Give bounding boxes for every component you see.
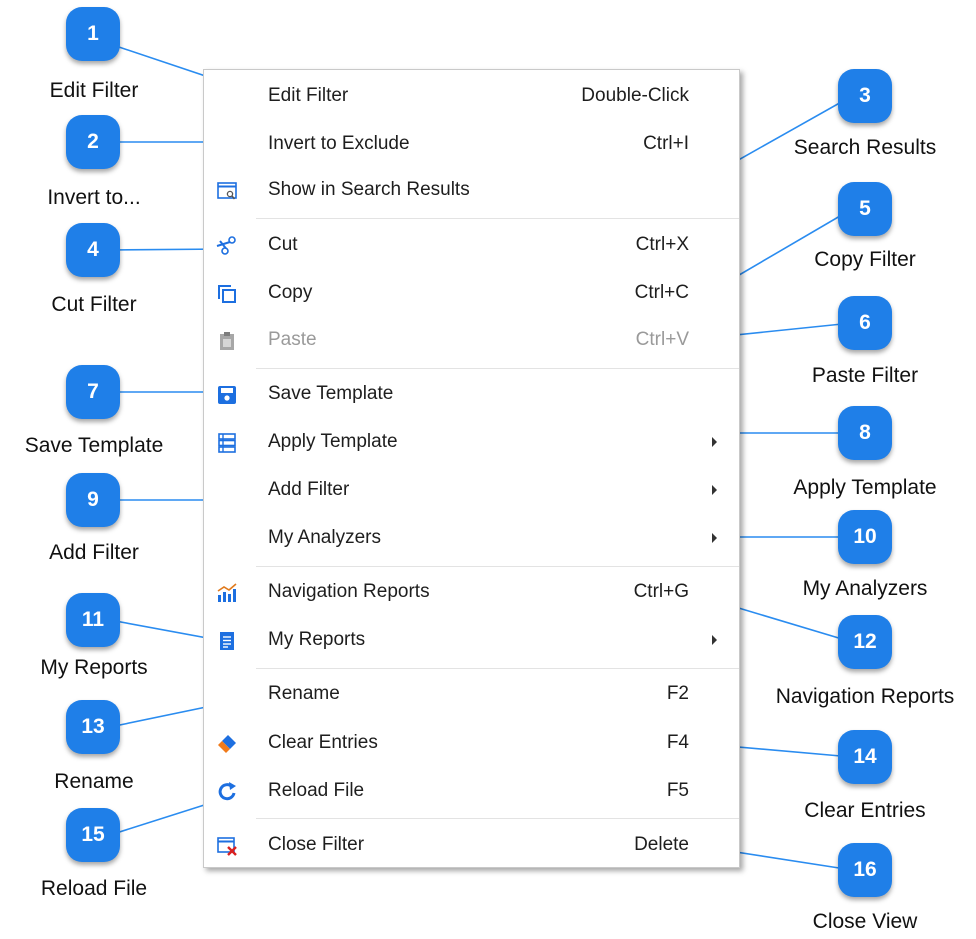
menu-item-paste[interactable]: Paste Ctrl+V xyxy=(204,318,739,362)
menu-item-invert-to-exclude[interactable]: Invert to Exclude Ctrl+I xyxy=(204,122,739,166)
callout-badge-4: 4 xyxy=(66,223,120,277)
submenu-arrow-icon xyxy=(712,635,717,645)
callout-badge-13: 13 xyxy=(66,700,120,754)
submenu-arrow-icon xyxy=(712,533,717,543)
callout-caption-8: Apply Template xyxy=(793,476,937,499)
context-menu: Edit Filter Double-Click Invert to Exclu… xyxy=(203,69,740,868)
menu-item-label: Navigation Reports xyxy=(268,581,430,602)
callout-badge-16: 16 xyxy=(838,843,892,897)
callout-caption-16: Close View xyxy=(812,910,918,933)
submenu-arrow-icon xyxy=(712,437,717,447)
menu-item-label: Cut xyxy=(268,234,298,255)
menu-separator xyxy=(256,566,739,567)
callout-badge-9: 9 xyxy=(66,473,120,527)
callout-caption-6: Paste Filter xyxy=(811,364,919,387)
callout-badge-5: 5 xyxy=(838,182,892,236)
menu-item-label: Rename xyxy=(268,683,340,704)
menu-item-close-filter[interactable]: Close Filter Delete xyxy=(204,823,739,867)
menu-item-my-analyzers[interactable]: My Analyzers xyxy=(204,516,739,560)
menu-item-edit-filter[interactable]: Edit Filter Double-Click xyxy=(204,74,739,118)
menu-item-shortcut: F5 xyxy=(666,780,689,801)
callout-caption-15: Reload File xyxy=(40,877,148,900)
menu-item-add-filter[interactable]: Add Filter xyxy=(204,468,739,512)
menu-item-save-template[interactable]: Save Template xyxy=(204,372,739,416)
menu-item-label: Invert to Exclude xyxy=(268,133,410,154)
callout-caption-2: Invert to... xyxy=(47,186,141,209)
menu-item-label: Edit Filter xyxy=(268,85,349,106)
callout-caption-11: My Reports xyxy=(40,656,148,679)
reload-icon xyxy=(216,781,238,803)
menu-item-label: Copy xyxy=(268,282,313,303)
menu-item-navigation-reports[interactable]: Navigation Reports Ctrl+G xyxy=(204,570,739,614)
menu-separator xyxy=(256,218,739,219)
callout-caption-13: Rename xyxy=(54,770,134,793)
menu-item-clear-entries[interactable]: Clear Entries F4 xyxy=(204,721,739,765)
close-window-icon xyxy=(216,835,238,857)
menu-separator xyxy=(256,668,739,669)
menu-item-shortcut: Ctrl+X xyxy=(635,234,689,255)
menu-item-show-in-search-results[interactable]: Show in Search Results xyxy=(204,168,739,212)
menu-item-label: Save Template xyxy=(268,383,394,404)
menu-item-reload-file[interactable]: Reload File F5 xyxy=(204,769,739,813)
menu-item-shortcut: Delete xyxy=(634,834,689,855)
callout-badge-2: 2 xyxy=(66,115,120,169)
menu-item-shortcut: Ctrl+G xyxy=(633,581,689,602)
menu-item-shortcut: F4 xyxy=(666,732,689,753)
save-icon xyxy=(216,384,238,406)
callout-badge-6: 6 xyxy=(838,296,892,350)
menu-item-rename[interactable]: Rename F2 xyxy=(204,672,739,716)
callout-badge-8: 8 xyxy=(838,406,892,460)
menu-item-label: My Analyzers xyxy=(268,527,381,548)
menu-separator xyxy=(256,368,739,369)
menu-item-label: Apply Template xyxy=(268,431,398,452)
menu-item-label: Clear Entries xyxy=(268,732,378,753)
submenu-arrow-icon xyxy=(712,485,717,495)
callout-badge-11: 11 xyxy=(66,593,120,647)
menu-item-shortcut: Double-Click xyxy=(581,85,689,106)
callout-badge-1: 1 xyxy=(66,7,120,61)
callout-caption-10: My Analyzers xyxy=(802,577,928,600)
menu-item-my-reports[interactable]: My Reports xyxy=(204,618,739,662)
callout-caption-5: Copy Filter xyxy=(814,248,916,271)
copy-icon xyxy=(216,283,238,305)
bar-chart-icon xyxy=(216,582,238,604)
menu-item-label: Reload File xyxy=(268,780,365,801)
callout-caption-12: Navigation Reports xyxy=(775,685,955,708)
menu-item-shortcut: Ctrl+V xyxy=(635,329,689,350)
menu-item-label: My Reports xyxy=(268,629,366,650)
callout-caption-4: Cut Filter xyxy=(51,293,137,316)
template-stack-icon xyxy=(216,432,238,454)
menu-item-label: Paste xyxy=(268,329,317,350)
callout-badge-12: 12 xyxy=(838,615,892,669)
callout-caption-1: Edit Filter xyxy=(49,79,139,102)
callout-caption-9: Add Filter xyxy=(49,541,139,564)
menu-item-shortcut: Ctrl+I xyxy=(643,133,689,154)
callout-caption-14: Clear Entries xyxy=(804,799,926,822)
callout-caption-3: Search Results xyxy=(793,136,937,159)
menu-item-shortcut: F2 xyxy=(666,683,689,704)
menu-item-label: Show in Search Results xyxy=(268,179,470,200)
menu-item-shortcut: Ctrl+C xyxy=(634,282,689,303)
callout-badge-7: 7 xyxy=(66,365,120,419)
menu-separator xyxy=(256,818,739,819)
eraser-icon xyxy=(216,733,238,755)
menu-item-apply-template[interactable]: Apply Template xyxy=(204,420,739,464)
scissors-icon xyxy=(216,235,238,257)
callout-badge-15: 15 xyxy=(66,808,120,862)
menu-item-label: Add Filter xyxy=(268,479,350,500)
search-results-window-icon xyxy=(216,180,238,202)
callout-caption-7: Save Template xyxy=(24,434,164,457)
clipboard-icon xyxy=(216,330,238,352)
leader-line-11 xyxy=(109,619,219,641)
callout-badge-10: 10 xyxy=(838,510,892,564)
callout-badge-3: 3 xyxy=(838,69,892,123)
report-list-icon xyxy=(216,630,238,652)
menu-item-copy[interactable]: Copy Ctrl+C xyxy=(204,271,739,315)
menu-item-label: Close Filter xyxy=(268,834,365,855)
menu-item-cut[interactable]: Cut Ctrl+X xyxy=(204,223,739,267)
callout-badge-14: 14 xyxy=(838,730,892,784)
